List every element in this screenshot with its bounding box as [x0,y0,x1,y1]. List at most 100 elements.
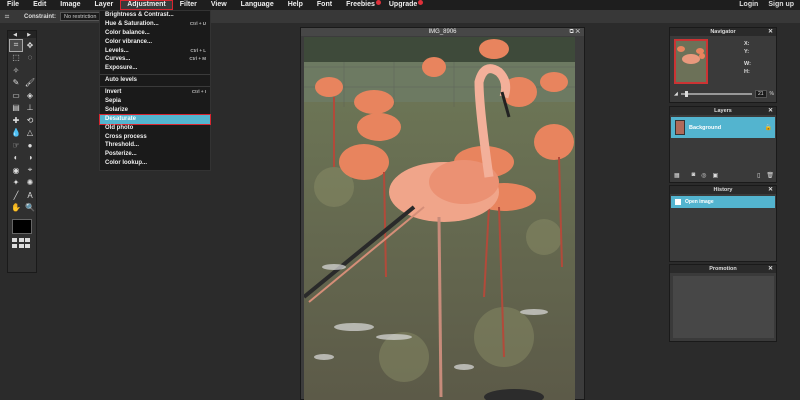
menu-item-sepia[interactable]: Sepia [100,97,210,106]
color-swatch[interactable] [12,219,32,234]
menu-item-desaturate[interactable]: Desaturate [99,113,211,125]
menu-edit[interactable]: Edit [26,0,53,10]
menu-help[interactable]: Help [281,0,310,10]
menu-item-exposure[interactable]: Exposure... [100,64,210,73]
menu-item-invert[interactable]: Invert Ctrl + I [100,88,210,97]
wand-tool-icon[interactable]: ✧ [9,64,23,77]
shortcut-label: Ctrl + L [190,47,206,53]
menu-item-color-vibrance[interactable]: Color vibrance... [100,38,210,47]
coord-y-label: Y: [744,49,750,55]
login-link[interactable]: Login [739,0,758,10]
menu-item-color-lookup[interactable]: Color lookup... [100,159,210,168]
menu-language[interactable]: Language [234,0,281,10]
menu-item-curves[interactable]: Curves... Ctrl + M [100,55,210,64]
menu-item-solarize[interactable]: Solarize [100,106,210,115]
menu-item-label: Posterize... [105,151,137,158]
menu-item-cross-process[interactable]: Cross process [100,133,210,142]
delete-layer-icon[interactable]: 🗑 [766,172,774,179]
toolbox-header[interactable]: ◀ ▶ [8,31,36,38]
panel-title: History [713,187,733,193]
grid-icon[interactable] [12,238,36,248]
photo-canvas[interactable] [304,37,575,400]
zoom-tool-icon[interactable]: 🔍 [23,202,37,215]
promotion-area[interactable] [673,276,774,338]
spread-tool-icon[interactable]: ✺ [23,177,37,190]
new-layer-icon[interactable]: ▯ [757,172,760,179]
menu-item-hue-saturation[interactable]: Hue & Saturation... Ctrl + U [100,20,210,29]
layer-folder-icon[interactable]: ▣ [713,172,719,179]
hand-tool-icon[interactable]: ✋ [9,202,23,215]
pencil-tool-icon[interactable]: ✎ [9,77,23,90]
marquee-tool-icon[interactable]: ⬚ [9,52,23,65]
fill-tool-icon[interactable]: ◈ [23,89,37,102]
menu-upgrade[interactable]: Upgrade [382,0,424,10]
menu-item-levels[interactable]: Levels... Ctrl + L [100,47,210,56]
dodge-tool-icon[interactable]: ◐ [9,152,23,165]
menu-item-label: Threshold... [105,142,140,149]
menu-item-color-balance[interactable]: Color balance... [100,29,210,38]
close-icon[interactable]: ✕ [768,28,773,36]
heal-tool-icon[interactable]: ✚ [9,114,23,127]
history-item[interactable]: Open image [671,196,775,208]
burn-tool-icon[interactable]: ◑ [23,152,37,165]
brush-tool-icon[interactable]: 🖌 [23,77,37,90]
layer-row[interactable]: Background 🔒 [671,117,775,138]
menu-image[interactable]: Image [53,0,87,10]
menu-item-auto-levels[interactable]: Auto levels [100,76,210,85]
smudge-tool-icon[interactable]: ☞ [9,139,23,152]
layer-fx-icon[interactable]: ◎ [701,172,706,179]
picker-tool-icon[interactable]: ⌖ [23,164,37,177]
redeye-tool-icon[interactable]: ◉ [9,164,23,177]
zoom-out-icon[interactable]: ◢ [674,91,678,97]
maximize-icon[interactable]: ⧉ [569,29,573,35]
signup-link[interactable]: Sign up [768,0,794,10]
lock-icon[interactable]: 🔒 [765,124,772,131]
toolbox: ◀ ▶ ⌗ ✥ ⬚ ◌ ✧ ✎ 🖌 ▭ ◈ ▤ ⊥ ✚ ⟲ 💧 △ ☞ ● ◐ ◑… [7,30,37,273]
menu-layer[interactable]: Layer [88,0,121,10]
menu-item-label: Desaturate [105,115,137,122]
close-icon[interactable]: ✕ [768,265,773,273]
menu-item-old-photo[interactable]: Old photo [100,124,210,133]
menu-adjustment[interactable]: Adjustment [120,0,173,10]
line-tool-icon[interactable]: ╱ [9,189,23,202]
type-tool-icon[interactable]: A [23,189,37,202]
menu-file[interactable]: File [0,0,26,10]
close-icon[interactable]: ✕ [768,107,773,115]
pin-tool-icon[interactable]: ✦ [9,177,23,190]
close-icon[interactable]: ✕ [575,29,580,35]
stamp-tool-icon[interactable]: ⊥ [23,102,37,115]
menu-item-posterize[interactable]: Posterize... [100,150,210,159]
menu-item-threshold[interactable]: Threshold... [100,141,210,150]
zoom-slider-handle[interactable] [685,91,689,97]
navigator-thumbnail[interactable] [674,39,708,84]
menu-bar: File Edit Image Layer Adjustment Filter … [0,0,800,10]
replace-tool-icon[interactable]: ⟲ [23,114,37,127]
navigator-coords: X: Y: W: H: [744,40,751,76]
menu-item-label: Exposure... [105,65,138,72]
eraser-tool-icon[interactable]: ▭ [9,89,23,102]
menu-item-brightness[interactable]: Brightness & Contrast... [100,11,210,20]
panel-title: Promotion [709,266,737,272]
close-icon[interactable]: ✕ [768,186,773,194]
move-tool-icon[interactable]: ✥ [23,39,37,52]
drop-tool-icon[interactable]: 💧 [9,127,23,140]
menu-font[interactable]: Font [310,0,339,10]
document-titlebar: IMG_8906 ⧉ ✕ [301,28,584,36]
zoom-value[interactable]: 21 [754,90,767,98]
menu-view[interactable]: View [204,0,234,10]
layer-mask-icon[interactable]: ◙ [692,172,696,179]
history-panel: History ✕ Open image [669,185,777,262]
crop-tool-icon[interactable]: ⌗ [9,39,23,52]
zoom-slider[interactable] [680,91,752,97]
menu-item-label: Brightness & Contrast... [105,12,174,18]
menu-item-label: Color balance... [105,29,150,36]
layer-options-icon[interactable]: ▦ [674,172,680,179]
lasso-tool-icon[interactable]: ◌ [23,52,37,65]
menu-filter[interactable]: Filter [173,0,204,10]
notification-badge [418,0,424,5]
blur-tool-icon[interactable]: △ [23,127,37,140]
gradient-tool-icon[interactable]: ▤ [9,102,23,115]
sponge-tool-icon[interactable]: ● [23,139,37,152]
menu-freebies[interactable]: Freebies [339,0,382,10]
document-title: IMG_8906 [428,29,457,35]
